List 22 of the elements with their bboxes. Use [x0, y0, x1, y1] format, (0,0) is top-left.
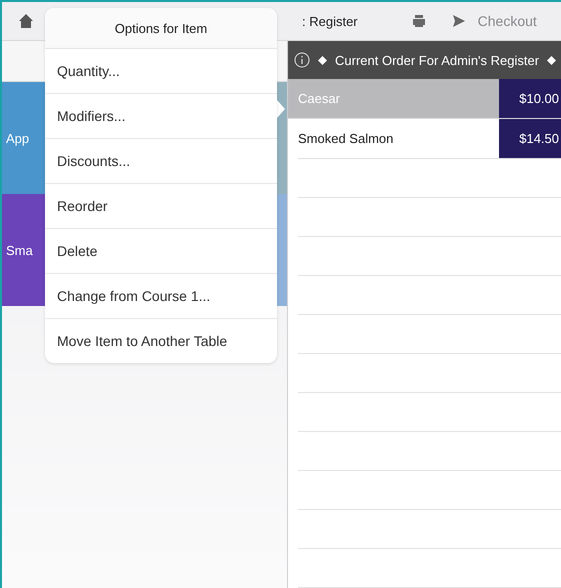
item-price: $10.00 [499, 79, 561, 118]
info-icon[interactable] [294, 52, 310, 68]
menu-option[interactable]: Reorder [45, 184, 277, 229]
printer-icon[interactable] [412, 14, 426, 28]
item-name: Caesar [298, 90, 341, 108]
item-name: Smoked Salmon [298, 130, 394, 148]
menu-option[interactable]: Change from Course 1... [45, 274, 277, 319]
order-row[interactable]: Caesar $10.00 [288, 79, 561, 119]
order-row[interactable]: Smoked Salmon $14.50 [298, 119, 561, 159]
menu-option[interactable]: Discounts... [45, 139, 277, 184]
menu-option[interactable]: Quantity... [45, 49, 277, 94]
menu-option[interactable]: Move Item to Another Table [45, 319, 277, 363]
popover-title: Options for Item [45, 8, 277, 49]
item-price: $14.50 [499, 119, 561, 158]
home-icon[interactable] [18, 13, 34, 29]
order-title: Current Order For Admin's Register [335, 52, 540, 68]
menu-option[interactable]: Modifiers... [45, 94, 277, 139]
diamond-icon [547, 56, 556, 64]
register-title: : Register [302, 14, 358, 28]
diamond-icon [318, 56, 327, 64]
send-icon[interactable] [452, 14, 466, 28]
menu-option[interactable]: Delete [45, 229, 277, 274]
